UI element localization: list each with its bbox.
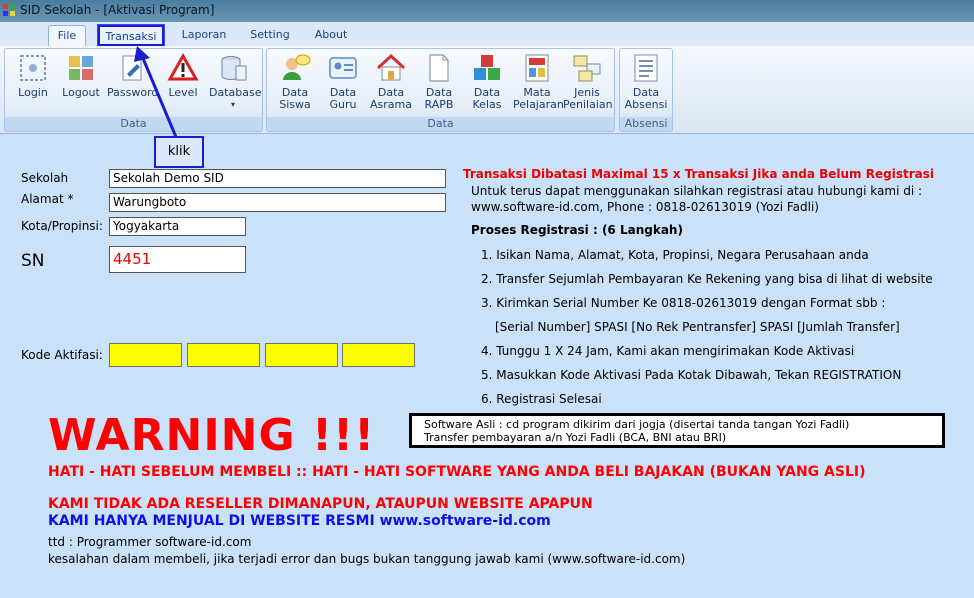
original-software-note: Software Asli : cd program dikirim dari … — [409, 413, 945, 448]
info-intro-line1: Untuk terus dapat menggunakan silahkan r… — [471, 184, 923, 198]
warning-title: WARNING !!! — [48, 410, 376, 461]
alamat-label: Alamat * — [21, 192, 74, 206]
data-asrama-button[interactable]: Data Asrama — [367, 52, 415, 111]
ribbon-group-data-1: Login Logout Password Level Database ▾ D… — [4, 48, 263, 132]
sekolah-field[interactable]: Sekolah Demo SID — [109, 169, 446, 188]
password-button[interactable]: Password — [107, 52, 158, 99]
logout-icon — [69, 56, 93, 80]
warning-line-2: KAMI TIDAK ADA RESELLER DIMANAPUN, ATAUP… — [48, 496, 593, 512]
mata-pelajaran-button[interactable]: Mata Pelajaran — [513, 52, 564, 111]
data-guru-button[interactable]: Data Guru — [319, 52, 367, 111]
warning-line-1: HATI - HATI SEBELUM MEMBELI :: HATI - HA… — [48, 464, 866, 480]
student-icon — [283, 54, 311, 80]
title-bar: SID Sekolah - [Aktivasi Program] — [0, 0, 974, 22]
activation-code-field-4[interactable] — [342, 343, 415, 367]
signature-text: ttd : Programmer software-id.com — [48, 535, 252, 549]
disclaimer-text: kesalahan dalam membeli, jika terjadi er… — [48, 552, 686, 566]
registration-step: 6. Registrasi Selesai — [481, 392, 602, 406]
window-title: SID Sekolah - [Aktivasi Program] — [20, 3, 215, 17]
data-kelas-button[interactable]: Data Kelas — [463, 52, 511, 111]
callout-label: klik — [154, 136, 204, 168]
database-button[interactable]: Database ▾ — [209, 52, 262, 111]
level-button[interactable]: Level — [159, 52, 207, 99]
tab-transaksi[interactable]: Transaksi — [98, 25, 164, 46]
activation-code-field-1[interactable] — [109, 343, 182, 367]
alamat-field[interactable]: Warungboto — [109, 193, 446, 212]
registration-step: 5. Masukkan Kode Aktivasi Pada Kotak Dib… — [481, 368, 902, 382]
ribbon-group-label: Absensi — [620, 117, 672, 131]
sn-field[interactable]: 4451 — [109, 246, 246, 273]
sekolah-label: Sekolah — [21, 171, 69, 185]
web-page-icon — [525, 54, 549, 82]
transaction-limit-headline: Transaksi Dibatasi Maximal 15 x Transaks… — [463, 167, 934, 181]
app-icon — [3, 4, 15, 16]
warning-triangle-icon — [167, 52, 199, 81]
kode-aktifasi-label: Kode Aktifasi: — [21, 348, 103, 362]
data-absensi-button[interactable]: Data Absensi — [622, 52, 670, 111]
data-siswa-button[interactable]: Data Siswa — [271, 52, 319, 111]
database-icon — [221, 56, 247, 81]
info-intro-line2: www.software-id.com, Phone : 0818-026130… — [471, 200, 819, 214]
ribbon-tabstrip: File Transaksi Laporan Setting About — [0, 22, 974, 46]
tab-about[interactable]: About — [308, 25, 354, 46]
data-rapb-button[interactable]: Data RAPB — [415, 52, 463, 111]
note-line: Transfer pembayaran a/n Yozi Fadli (BCA,… — [424, 431, 727, 444]
ribbon-group-label: Data — [267, 117, 614, 131]
warning-line-3: KAMI HANYA MENJUAL DI WEBSITE RESMI www.… — [48, 513, 551, 529]
registration-step: 2. Transfer Sejumlah Pembayaran Ke Reken… — [481, 272, 933, 286]
jenis-penilaian-button[interactable]: Jenis Penilaian — [563, 52, 613, 111]
activation-code-field-2[interactable] — [187, 343, 260, 367]
ribbon-group-absensi: Data Absensi Absensi — [619, 48, 673, 132]
proses-registrasi-heading: Proses Registrasi : (6 Langkah) — [471, 223, 683, 237]
ribbon-group-data-2: Data Siswa Data Guru Data Asrama Data RA… — [266, 48, 615, 132]
tab-setting[interactable]: Setting — [244, 25, 296, 46]
attendance-list-icon — [634, 54, 658, 82]
ribbon-panel: Login Logout Password Level Database ▾ D… — [0, 46, 974, 134]
login-button[interactable]: Login — [9, 52, 57, 99]
ribbon-group-label: Data — [5, 117, 262, 131]
registration-step: 4. Tunggu 1 X 24 Jam, Kami akan mengirim… — [481, 344, 855, 358]
login-icon — [20, 55, 46, 81]
note-line: Software Asli : cd program dikirim dari … — [424, 418, 850, 431]
logout-button[interactable]: Logout — [57, 52, 105, 99]
document-icon — [429, 54, 449, 82]
cubes-icon — [474, 55, 500, 80]
windows-stack-icon — [573, 55, 601, 82]
password-icon — [122, 55, 142, 81]
tab-file[interactable]: File — [48, 25, 86, 46]
registration-step: 3. Kirimkan Serial Number Ke 0818-026130… — [481, 296, 886, 310]
activation-code-field-3[interactable] — [265, 343, 338, 367]
sn-label: SN — [21, 251, 45, 271]
house-icon — [376, 53, 406, 81]
tab-laporan[interactable]: Laporan — [176, 25, 232, 46]
registration-step: [Serial Number] SPASI [No Rek Pentransfe… — [495, 320, 900, 334]
kota-label: Kota/Propinsi: — [21, 219, 103, 233]
chevron-down-icon: ▾ — [230, 100, 235, 109]
registration-step: 1. Isikan Nama, Alamat, Kota, Propinsi, … — [481, 248, 869, 262]
kota-field[interactable]: Yogyakarta — [109, 217, 246, 236]
teacher-card-icon — [329, 57, 357, 79]
